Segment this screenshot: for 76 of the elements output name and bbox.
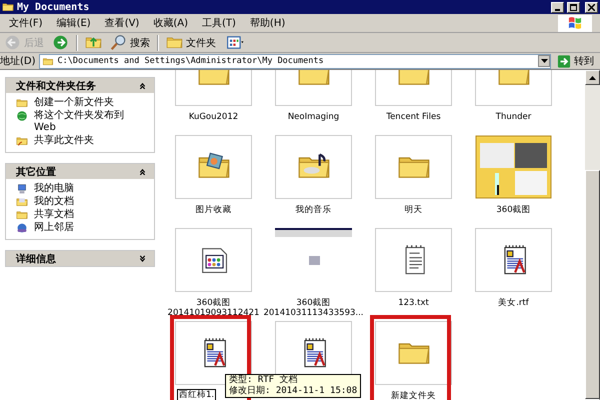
maximize-button[interactable] (567, 2, 580, 12)
file-name: Thunder (494, 112, 532, 122)
views-icon (224, 34, 246, 51)
file-thumbnail[interactable] (375, 228, 452, 292)
task-link[interactable]: 将这个文件夹发布到 Web (34, 110, 134, 134)
file-name: NeoImaging (286, 112, 340, 122)
computer-icon (16, 183, 28, 195)
panel-header[interactable]: 文件和文件夹任务 (6, 78, 154, 93)
file-thumbnail[interactable] (175, 135, 252, 199)
folder-icon (42, 56, 54, 66)
menu-item[interactable]: 文件(F) (2, 16, 50, 30)
dropdown-button[interactable] (538, 55, 550, 67)
window-title: My Documents (17, 2, 90, 12)
folder-icon (16, 209, 28, 221)
file-thumbnail[interactable] (475, 228, 552, 292)
file-thumbnail[interactable] (175, 321, 252, 385)
folder-icon (2, 1, 14, 13)
menu-item[interactable]: 查看(V) (98, 16, 146, 30)
close-icon (588, 4, 595, 10)
task-link[interactable]: 共享此文件夹 (34, 135, 134, 147)
task-link[interactable]: 共享文档 (34, 209, 134, 221)
panel-header[interactable]: 详细信息 (6, 251, 154, 266)
file-name: 360截图 20141031113433593... (262, 298, 365, 318)
search-icon (110, 34, 127, 51)
file-thumbnail[interactable] (375, 321, 452, 385)
documents-icon (16, 196, 28, 208)
menu-item[interactable]: 帮助(H) (242, 16, 292, 30)
folder-icon (16, 97, 28, 109)
menu-item[interactable]: 收藏(A) (146, 16, 195, 30)
file-name: 123.txt (397, 298, 430, 308)
expand-chevron-icon (139, 255, 146, 262)
task-link[interactable]: 网上邻居 (34, 222, 134, 234)
scrollbar-thumb[interactable] (585, 170, 600, 399)
network-icon (16, 222, 28, 234)
panel-header[interactable]: 其它位置 (6, 164, 154, 179)
up-arrow-icon (589, 76, 596, 80)
minimize-button[interactable] (551, 2, 564, 12)
task-link[interactable]: 我的电脑 (34, 183, 134, 195)
task-link[interactable]: 我的文档 (34, 196, 134, 208)
collapse-chevron-icon (139, 82, 146, 89)
maximize-icon (570, 4, 577, 10)
file-name: 美女.rtf (497, 298, 530, 308)
close-button[interactable] (585, 2, 598, 12)
tooltip-text: 修改日期: 2014-11-1 15:08 (229, 386, 358, 397)
flag-icon (567, 16, 583, 30)
search-button[interactable]: 搜索 (107, 34, 153, 52)
file-thumbnail[interactable] (175, 228, 252, 292)
file-name: 明天 (404, 205, 424, 215)
go-button[interactable]: 转到 (554, 54, 600, 68)
panel-title: 文件和文件夹任务 (16, 80, 96, 92)
file-name: 新建文件夹 (390, 391, 437, 400)
rename-field[interactable]: 西红柿1. (177, 389, 216, 400)
collapse-chevron-icon (139, 168, 146, 175)
file-thumbnail[interactable] (275, 135, 352, 199)
task-link[interactable]: 创建一个新文件夹 (34, 97, 134, 109)
panel-title: 其它位置 (16, 165, 56, 178)
menu-item[interactable]: 编辑(E) (50, 16, 98, 30)
file-name: 图片收藏 (194, 205, 232, 215)
menu-item[interactable]: 工具(T) (195, 16, 243, 30)
file-thumbnail[interactable] (375, 135, 452, 199)
go-arrow-icon (557, 54, 571, 68)
address-label: 地址(D) (0, 54, 36, 68)
caret-icon (540, 59, 548, 63)
scroll-up-button[interactable] (585, 70, 600, 85)
tooltip-text: 类型: RTF 文档 (229, 375, 299, 386)
file-name: 360截图 (495, 205, 532, 215)
screenshot-folder-thumbnail-drawing[interactable] (475, 135, 552, 199)
file-name: Tencent Files (385, 112, 442, 122)
file-name: KuGou2012 (188, 112, 240, 122)
file-name: 360截图 20141019093112421 (166, 298, 260, 318)
shared-folder-icon (16, 135, 28, 147)
globe-icon (16, 110, 28, 122)
folders-button[interactable]: 文件夹 (163, 34, 219, 52)
file-name: 我的音乐 (294, 205, 332, 215)
address-field[interactable]: C:\Documents and Settings\Administrator\My Documents (38, 54, 551, 68)
panel-title: 详细信息 (16, 252, 56, 266)
